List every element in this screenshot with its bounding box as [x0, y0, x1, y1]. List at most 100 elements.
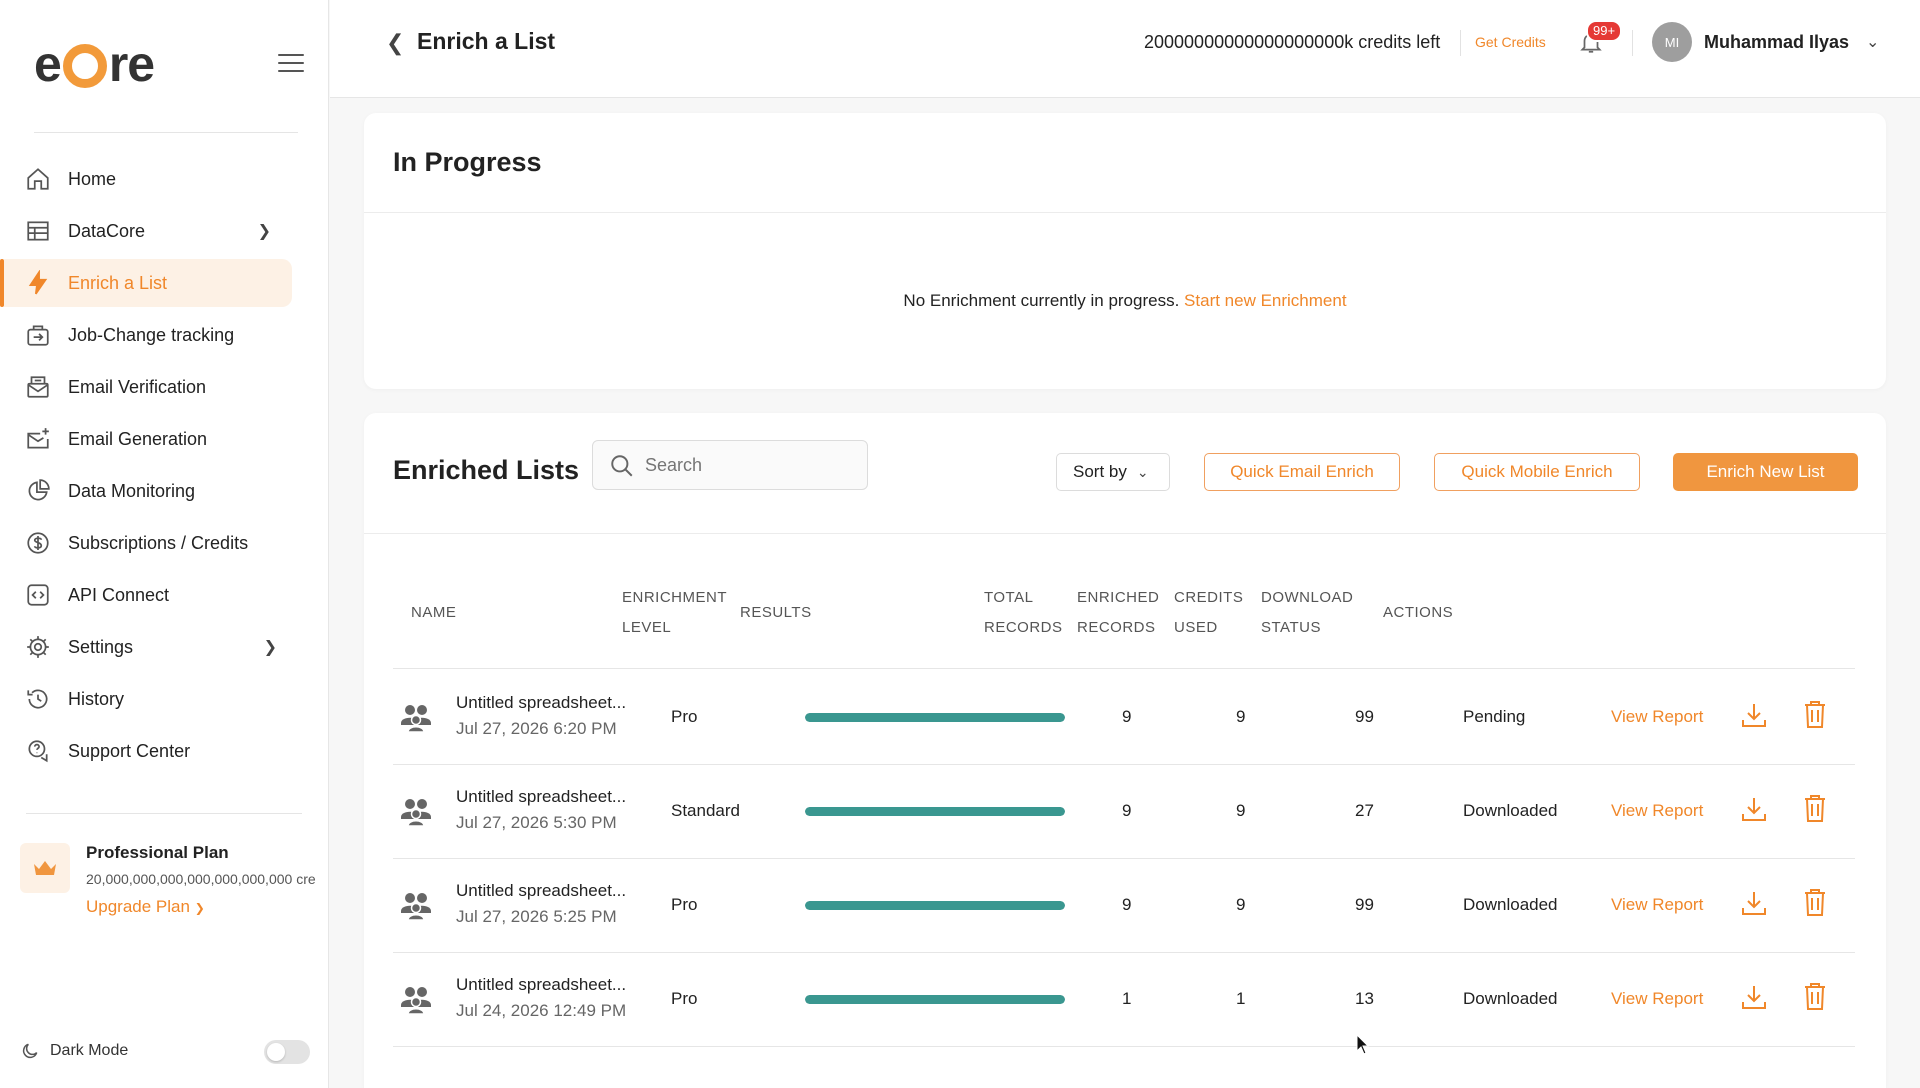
row-credits-used: 99 — [1355, 707, 1374, 726]
download-icon[interactable] — [1740, 889, 1768, 917]
sidebar-item-email-verification[interactable]: Email Verification — [0, 363, 329, 411]
sidebar: e re Home DataCore ❯ Enrich a List Job-Ch… — [0, 0, 329, 1088]
sidebar-item-settings[interactable]: Settings ❯ — [0, 623, 329, 671]
column-header-download-status: DOWNLOAD STATUS — [1261, 589, 1354, 636]
row-results-progress-bar — [805, 807, 1065, 816]
people-icon — [401, 893, 431, 921]
logo-text-pre: e — [34, 36, 62, 92]
logo-o-mark — [62, 44, 107, 88]
search-input[interactable] — [645, 451, 855, 479]
history-icon — [24, 685, 52, 713]
email-check-icon — [24, 373, 52, 401]
view-report-link[interactable]: View Report — [1611, 989, 1703, 1009]
in-progress-title: In Progress — [393, 147, 542, 177]
sidebar-item-api-connect[interactable]: API Connect — [0, 571, 329, 619]
sidebar-item-label: Email Generation — [68, 428, 208, 449]
column-header-enriched-records: ENRICHED RECORDS — [1077, 589, 1160, 636]
sidebar-item-subscriptions-credits[interactable]: Subscriptions / Credits — [0, 519, 329, 567]
logo[interactable]: e re — [34, 34, 155, 94]
row-credits-used: 27 — [1355, 801, 1374, 820]
row-name[interactable]: Untitled spreadsheet... — [456, 975, 626, 995]
download-icon[interactable] — [1740, 983, 1768, 1011]
sidebar-item-label: Data Monitoring — [68, 480, 196, 501]
start-new-enrichment-link[interactable]: Start new Enrichment — [1184, 291, 1347, 310]
row-enrichment-level: Pro — [671, 989, 698, 1008]
moon-icon — [22, 1043, 38, 1059]
header-divider — [1632, 30, 1633, 56]
in-progress-empty: No Enrichment currently in progress. Sta… — [364, 291, 1886, 311]
row-name[interactable]: Untitled spreadsheet... — [456, 787, 626, 807]
email-plus-icon — [24, 425, 52, 453]
sidebar-item-support-center[interactable]: Support Center — [0, 727, 329, 775]
download-icon[interactable] — [1740, 795, 1768, 823]
sidebar-item-label: Settings — [68, 636, 134, 657]
trash-icon[interactable] — [1802, 793, 1828, 823]
sort-by-dropdown[interactable]: Sort by ⌄ — [1056, 453, 1170, 491]
code-icon — [24, 581, 52, 609]
quick-email-enrich-button[interactable]: Quick Email Enrich — [1204, 453, 1400, 491]
chevron-down-icon: ⌄ — [1136, 463, 1149, 480]
sidebar-item-home[interactable]: Home — [0, 155, 329, 203]
upgrade-plan-link[interactable]: Upgrade Plan ❯ — [86, 897, 205, 917]
trash-icon[interactable] — [1802, 699, 1828, 729]
sidebar-item-history[interactable]: History — [0, 675, 329, 723]
user-name[interactable]: Muhammad Ilyas — [1704, 32, 1849, 53]
dark-mode-toggle[interactable] — [264, 1040, 310, 1064]
in-progress-card: In Progress No Enrichment currently in p… — [364, 113, 1886, 389]
table-row: Untitled spreadsheet... Jul 24, 2026 12:4… — [393, 953, 1855, 1047]
table-row: Untitled spreadsheet... Jul 27, 2026 5:25… — [393, 859, 1855, 953]
upgrade-plan-label: Upgrade Plan — [86, 897, 190, 916]
lightning-icon — [24, 269, 52, 297]
sidebar-item-datacore[interactable]: DataCore ❯ — [0, 207, 329, 255]
support-icon — [24, 737, 52, 765]
page-title: Enrich a List — [417, 28, 556, 54]
hamburger-menu-icon[interactable] — [278, 54, 304, 74]
row-results-progress-fill — [805, 995, 1065, 1004]
sidebar-item-label: Job-Change tracking — [68, 324, 235, 345]
enrich-new-list-button[interactable]: Enrich New List — [1673, 453, 1858, 491]
trash-icon[interactable] — [1802, 981, 1828, 1011]
row-results-progress-bar — [805, 995, 1065, 1004]
get-credits-link[interactable]: Get Credits — [1475, 34, 1546, 50]
view-report-link[interactable]: View Report — [1611, 801, 1703, 821]
table-row: Untitled spreadsheet... Jul 27, 2026 5:30… — [393, 765, 1855, 859]
chevron-right-icon: ❯ — [263, 639, 277, 656]
sidebar-item-email-generation[interactable]: Email Generation — [0, 415, 329, 463]
trash-icon[interactable] — [1802, 887, 1828, 917]
sidebar-divider — [26, 813, 302, 814]
download-icon[interactable] — [1740, 701, 1768, 729]
quick-mobile-enrich-label: Quick Mobile Enrich — [1461, 462, 1613, 481]
row-results-progress-bar — [805, 901, 1065, 910]
sidebar-item-label: DataCore — [68, 220, 146, 241]
row-name[interactable]: Untitled spreadsheet... — [456, 881, 626, 901]
row-enriched-records: 9 — [1236, 801, 1246, 820]
sidebar-item-enrich-a-list[interactable]: Enrich a List — [0, 259, 292, 307]
view-report-link[interactable]: View Report — [1611, 707, 1703, 727]
sidebar-item-label: History — [68, 688, 125, 709]
row-download-status: Pending — [1463, 707, 1526, 726]
dark-mode-label: Dark Mode — [50, 1042, 129, 1059]
column-header-credits-used: CREDITS USED — [1174, 589, 1244, 636]
view-report-link[interactable]: View Report — [1611, 895, 1703, 915]
quick-mobile-enrich-button[interactable]: Quick Mobile Enrich — [1434, 453, 1640, 491]
search-icon — [611, 455, 633, 477]
row-results-progress-fill — [805, 807, 1065, 816]
avatar[interactable]: MI — [1652, 22, 1692, 62]
row-enriched-records: 1 — [1236, 989, 1246, 1008]
sidebar-item-data-monitoring[interactable]: Data Monitoring — [0, 467, 329, 515]
row-enrichment-level: Standard — [671, 801, 740, 820]
row-results-progress-bar — [805, 713, 1065, 722]
chevron-left-icon[interactable]: ❮ — [386, 30, 404, 56]
column-header-total-records: TOTAL RECORDS — [984, 589, 1063, 636]
row-enriched-records: 9 — [1236, 707, 1246, 726]
header-divider — [1460, 30, 1461, 56]
sidebar-divider — [34, 132, 298, 133]
crown-icon — [20, 843, 70, 893]
sidebar-item-job-change-tracking[interactable]: Job-Change tracking — [0, 311, 329, 359]
row-name[interactable]: Untitled spreadsheet... — [456, 693, 626, 713]
plan-card: Professional Plan 20,000,000,000,000,000… — [20, 843, 329, 923]
credits-left: 20000000000000000000k credits left — [1144, 32, 1441, 52]
people-icon — [401, 705, 431, 733]
row-results-progress-fill — [805, 901, 1065, 910]
chevron-down-icon[interactable]: ⌄ — [1866, 32, 1879, 52]
